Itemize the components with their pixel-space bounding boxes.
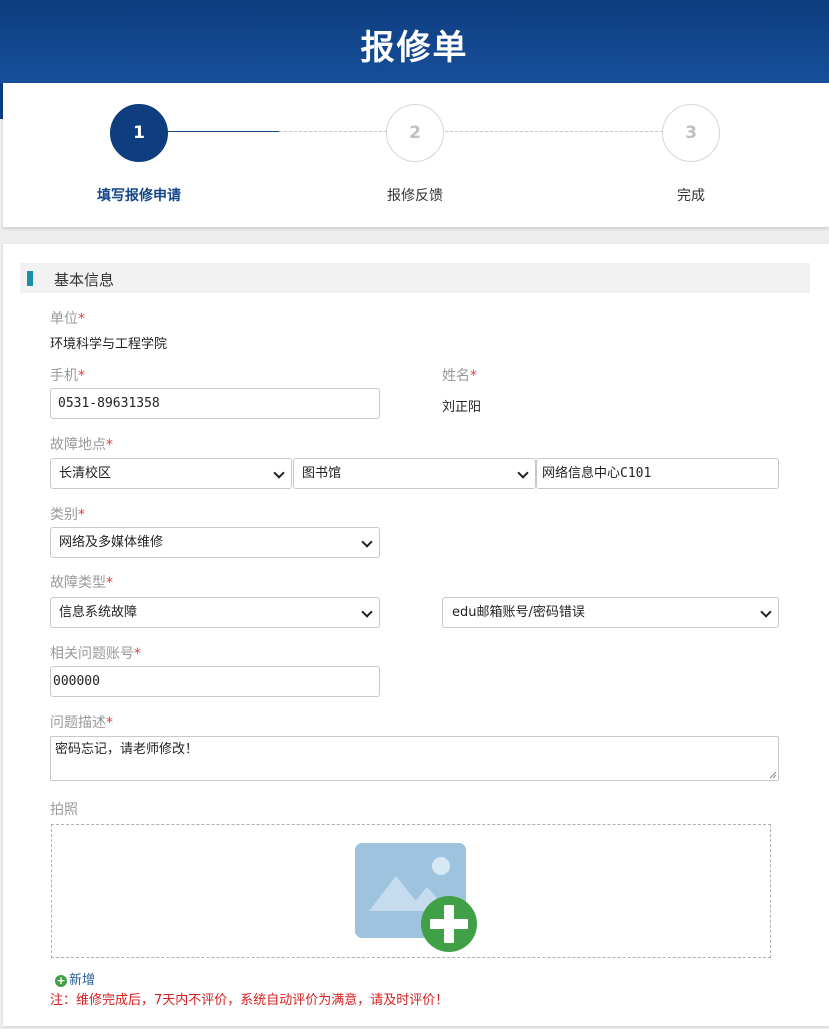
step-connector-pending xyxy=(445,131,663,132)
photo-label: 拍照 xyxy=(50,802,78,818)
resize-handle-icon[interactable] xyxy=(769,771,777,779)
phone-input[interactable]: 0531-89631358 xyxy=(50,388,380,419)
name-label: 姓名* xyxy=(442,368,477,384)
repair-form: 基本信息 单位* 环境科学与工程学院 手机* 0531-89631358 姓名*… xyxy=(3,244,829,1026)
category-select-value: 网络及多媒体维修 xyxy=(59,535,164,550)
chevron-down-icon xyxy=(357,598,379,627)
step-2-circle: 2 xyxy=(386,104,444,162)
unit-value: 环境科学与工程学院 xyxy=(50,337,168,352)
campus-select[interactable]: 长清校区 xyxy=(50,458,292,489)
fault-subtype-select[interactable]: edu邮箱账号/密码错误 xyxy=(442,597,779,628)
chevron-down-icon xyxy=(357,528,379,557)
phone-label: 手机* xyxy=(50,368,85,384)
chevron-down-icon xyxy=(756,598,778,627)
fault-subtype-select-value: edu邮箱账号/密码错误 xyxy=(452,605,585,620)
description-text: 密码忘记，请老师修改！ xyxy=(55,742,199,757)
location-label: 故障地点* xyxy=(50,437,113,453)
account-label: 相关问题账号* xyxy=(50,646,141,662)
building-select-value: 图书馆 xyxy=(302,466,342,481)
progress-steps: 1 2 3 填写报修申请 报修反馈 完成 xyxy=(3,83,829,227)
step-connector-pending xyxy=(279,131,387,132)
evaluation-note: 注：维修完成后，7天内不评价，系统自动评价为满意，请及时评价！ xyxy=(50,993,449,1008)
section-header: 基本信息 xyxy=(20,263,810,293)
plus-circle-icon: + xyxy=(55,974,67,987)
category-label: 类别* xyxy=(50,507,85,523)
description-label: 问题描述* xyxy=(50,715,113,731)
campus-select-value: 长清校区 xyxy=(59,466,112,481)
step-1-circle: 1 xyxy=(110,104,168,162)
step-2-label: 报修反馈 xyxy=(387,188,443,204)
unit-label: 单位* xyxy=(50,311,85,327)
step-3-label: 完成 xyxy=(677,188,705,204)
page-title: 报修单 xyxy=(360,28,469,68)
page-header: 报修单 xyxy=(0,0,829,83)
step-connector-done xyxy=(168,131,279,132)
room-input[interactable]: 网络信息中心C101 xyxy=(536,458,779,489)
section-title: 基本信息 xyxy=(54,271,115,289)
chevron-down-icon xyxy=(269,459,291,488)
fault-type-select[interactable]: 信息系统故障 xyxy=(50,597,380,628)
chevron-down-icon xyxy=(513,459,535,488)
name-value: 刘正阳 xyxy=(442,400,482,415)
photo-upload-area[interactable] xyxy=(51,824,771,958)
image-add-icon[interactable] xyxy=(355,843,480,955)
building-select[interactable]: 图书馆 xyxy=(293,458,536,489)
step-1-label: 填写报修申请 xyxy=(97,188,181,204)
add-photo-button[interactable]: + 新增 xyxy=(55,969,95,988)
fault-type-select-value: 信息系统故障 xyxy=(59,605,138,620)
step-3-circle: 3 xyxy=(662,104,720,162)
description-textarea[interactable]: 密码忘记，请老师修改！ xyxy=(50,736,779,781)
fault-type-label: 故障类型* xyxy=(50,575,113,591)
account-input[interactable]: 000000 xyxy=(50,666,380,697)
add-photo-label: 新增 xyxy=(69,973,96,988)
category-select[interactable]: 网络及多媒体维修 xyxy=(50,527,380,558)
section-marker xyxy=(27,271,33,286)
